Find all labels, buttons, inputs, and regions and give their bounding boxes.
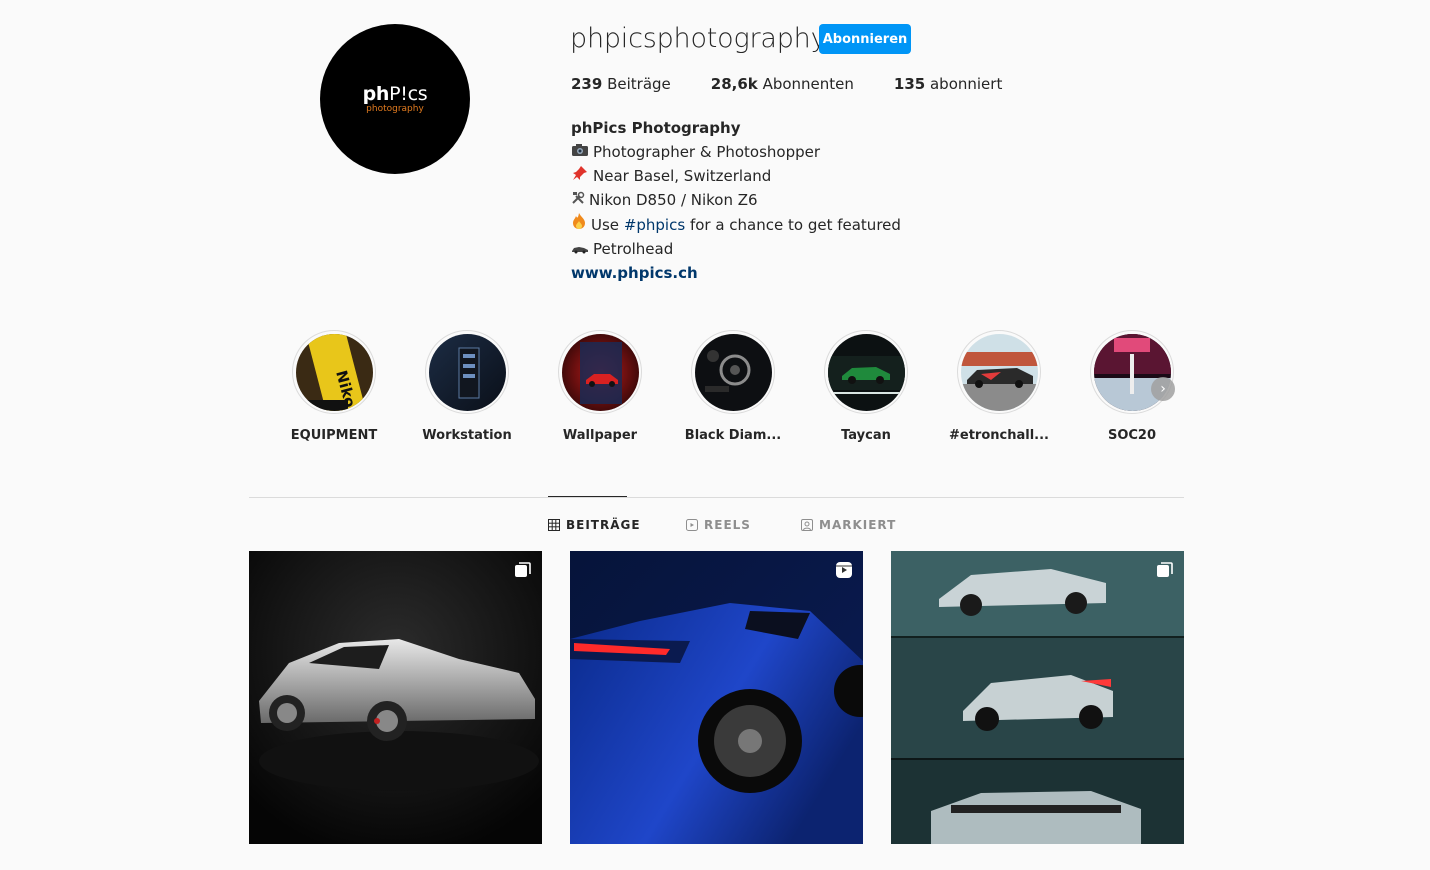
highlight-thumbnail: Nikon: [295, 333, 373, 411]
highlight-black-diamond[interactable]: Black Diam...: [667, 330, 799, 443]
highlight-taycan[interactable]: Taycan: [800, 330, 932, 443]
tab-reels[interactable]: REELS: [686, 518, 751, 532]
grid-icon: [548, 519, 560, 531]
highlight-thumbnail: [827, 333, 905, 411]
highlight-equipment[interactable]: Nikon EQUIPMENT: [268, 330, 400, 443]
highlight-label: Taycan: [841, 428, 891, 443]
highlight-etronchallenge[interactable]: #etronchall...: [933, 330, 1065, 443]
post-tile[interactable]: [570, 551, 863, 844]
highlight-workstation[interactable]: Workstation: [401, 330, 533, 443]
pushpin-icon: [571, 164, 589, 188]
highlight-label: Wallpaper: [562, 428, 638, 443]
post-image: [570, 551, 863, 844]
bio-line: Nikon D850 / Nikon Z6: [571, 188, 901, 212]
story-highlights: Nikon EQUIPMENT Workstation Wallpaper Bl…: [268, 330, 1193, 450]
tab-tagged-label: MARKIERT: [819, 518, 897, 532]
highlight-thumbnail: [694, 333, 772, 411]
tagged-icon: [801, 519, 813, 531]
avatar-logo-subtext: photography: [366, 104, 424, 114]
reels-icon: [686, 519, 698, 531]
followers-count[interactable]: 28,6k Abonnenten: [711, 75, 854, 93]
hashtag-link[interactable]: #phpics: [624, 216, 685, 234]
tab-posts-label: BEITRÄGE: [566, 518, 641, 532]
highlight-label: Workstation: [422, 428, 512, 443]
camera-icon: [571, 140, 589, 164]
bio-line: Use #phpics for a chance to get featured: [571, 212, 901, 237]
follow-button[interactable]: Abonnieren: [819, 24, 911, 54]
profile-username: phpicsphotography: [570, 23, 827, 54]
bio-line: Photographer & Photoshopper: [571, 140, 901, 164]
post-tile[interactable]: [891, 551, 1184, 844]
highlights-next-arrow-icon[interactable]: ›: [1151, 377, 1175, 401]
profile-bio: phPics Photography Photographer & Photos…: [571, 116, 901, 285]
post-image: [249, 551, 542, 844]
website-link[interactable]: www.phpics.ch: [571, 261, 901, 285]
following-count[interactable]: 135 abonniert: [894, 75, 1002, 93]
highlight-label: EQUIPMENT: [290, 428, 378, 443]
post-tile[interactable]: [249, 551, 542, 844]
highlight-label: Black Diam...: [684, 428, 782, 443]
profile-display-name: phPics Photography: [571, 119, 741, 137]
highlight-wallpaper[interactable]: Wallpaper: [534, 330, 666, 443]
fire-icon: [571, 212, 587, 237]
tab-posts[interactable]: BEITRÄGE: [548, 518, 641, 532]
posts-count: 239 Beiträge: [571, 75, 671, 93]
highlight-thumbnail: [428, 333, 506, 411]
bio-line: Near Basel, Switzerland: [571, 164, 901, 188]
tab-reels-label: REELS: [704, 518, 751, 532]
avatar-logo-text: phP!cs: [362, 83, 428, 105]
highlight-soc20[interactable]: SOC20: [1066, 330, 1198, 443]
profile-avatar[interactable]: phP!cs photography: [320, 24, 470, 174]
post-image: [891, 551, 1184, 844]
highlight-thumbnail: [561, 333, 639, 411]
highlight-thumbnail: [960, 333, 1038, 411]
car-icon: [571, 237, 589, 261]
bio-line: Petrolhead: [571, 237, 901, 261]
profile-stats: 239 Beiträge 28,6k Abonnenten 135 abonni…: [571, 75, 1042, 93]
carousel-icon: [1157, 562, 1173, 577]
tools-icon: [571, 188, 585, 212]
tabs-divider: [249, 497, 1184, 498]
highlight-label: SOC20: [1107, 428, 1157, 443]
highlight-label: #etronchall...: [949, 428, 1049, 443]
reel-icon: [836, 562, 852, 578]
tab-tagged[interactable]: MARKIERT: [801, 518, 896, 532]
active-tab-indicator: [548, 496, 627, 497]
carousel-icon: [515, 562, 531, 577]
